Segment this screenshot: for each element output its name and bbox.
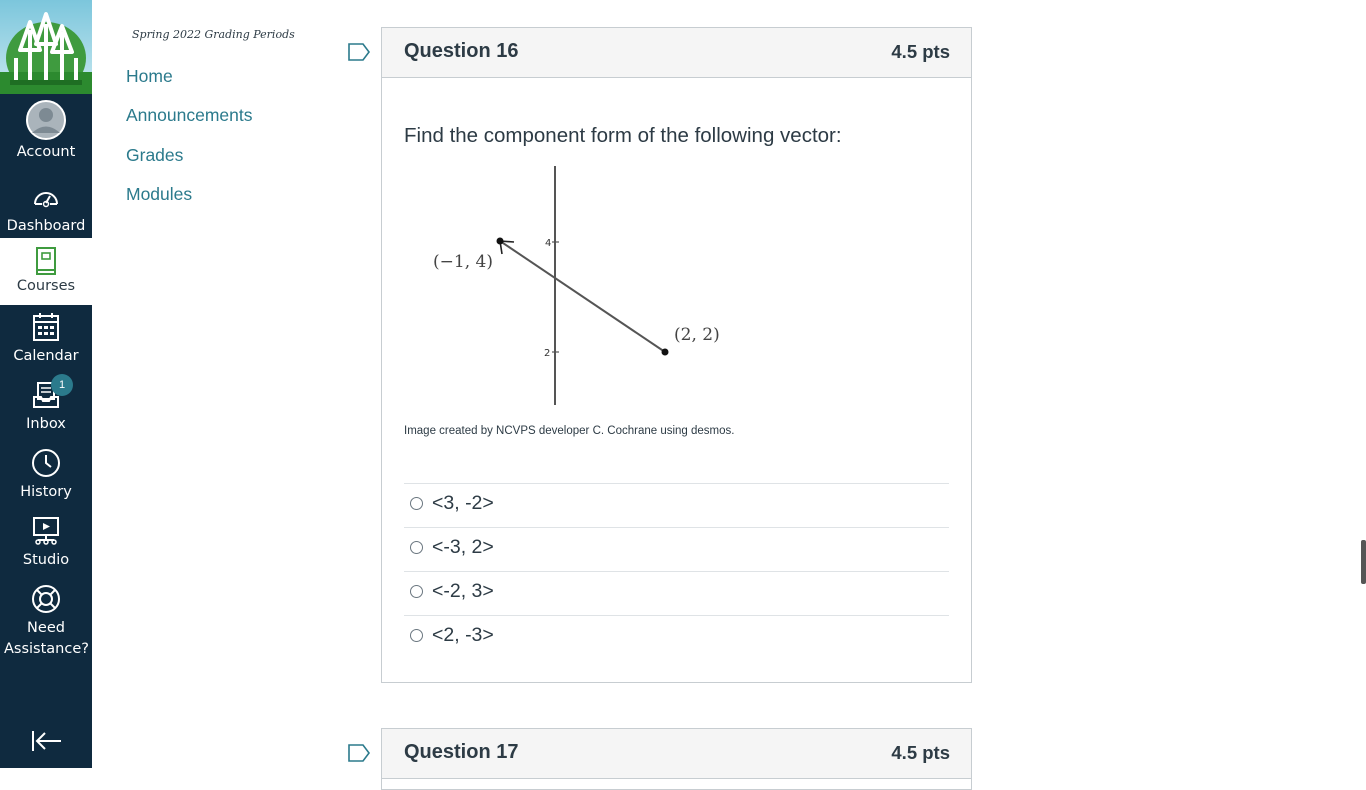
- answer-option-3[interactable]: <-2, 3>: [404, 571, 949, 615]
- course-nav-announcements[interactable]: Announcements: [126, 105, 252, 126]
- collapse-left-icon: [32, 731, 61, 751]
- answer-option-1-radio[interactable]: [410, 497, 423, 510]
- tree-logo[interactable]: [0, 0, 92, 94]
- speedometer-icon: [34, 192, 58, 208]
- course-nav-grades[interactable]: Grades: [126, 145, 183, 166]
- nav-courses[interactable]: Courses: [0, 238, 92, 305]
- end-point-label: (2, 2): [674, 325, 720, 345]
- flag-question-16-icon[interactable]: [348, 43, 370, 61]
- end-point: [661, 348, 669, 356]
- answer-option-4[interactable]: <2, -3>: [404, 615, 949, 659]
- vector-segment: [499, 240, 666, 353]
- question-17-header: Question 17 4.5 pts: [382, 729, 971, 779]
- y-tick-2-label: 2: [544, 348, 550, 359]
- nav-inbox-label: Inbox: [26, 416, 66, 432]
- nav-dashboard[interactable]: Dashboard: [0, 182, 92, 237]
- nav-courses-label: Courses: [16, 278, 76, 294]
- lifebuoy-icon: [32, 585, 60, 613]
- question-16-title: Question 16: [404, 40, 519, 62]
- nav-history-label: History: [20, 484, 72, 500]
- nav-account-label: Account: [16, 144, 76, 160]
- course-nav-home[interactable]: Home: [126, 66, 173, 87]
- page-scrollbar[interactable]: [1361, 540, 1366, 584]
- calendar-icon: [33, 313, 59, 341]
- book-icon: [36, 247, 56, 275]
- vector-graph-image: 4 2 (−1, 4) (2, 2): [433, 166, 720, 405]
- question-16-prompt: Find the component form of the following…: [404, 124, 842, 147]
- nav-calendar[interactable]: Calendar: [0, 312, 92, 367]
- answer-option-1-label: <3, -2>: [432, 492, 494, 514]
- answer-option-4-label: <2, -3>: [432, 624, 494, 646]
- nav-studio[interactable]: Studio: [0, 516, 92, 571]
- answer-option-1[interactable]: <3, -2>: [404, 483, 949, 527]
- global-navigation: Account Dashboard Courses Calendar Inbox…: [0, 0, 92, 768]
- nav-studio-label: Studio: [22, 552, 70, 568]
- question-16-points: 4.5 pts: [891, 41, 950, 62]
- course-nav-modules[interactable]: Modules: [126, 184, 192, 205]
- nav-dashboard-label: Dashboard: [6, 218, 86, 234]
- y-tick-4-label: 4: [545, 238, 551, 249]
- flag-question-17-icon[interactable]: [348, 744, 370, 762]
- image-credit: Image created by NCVPS developer C. Coch…: [404, 425, 735, 437]
- answer-option-2-label: <-3, 2>: [432, 536, 494, 558]
- nav-need-assistance[interactable]: Need Assistance?: [0, 584, 92, 660]
- answer-option-4-radio[interactable]: [410, 629, 423, 642]
- start-point: [496, 237, 504, 245]
- inbox-unread-badge: 1: [51, 374, 73, 396]
- user-avatar-icon: [26, 100, 66, 140]
- answer-option-3-radio[interactable]: [410, 585, 423, 598]
- nav-calendar-label: Calendar: [13, 348, 79, 364]
- grading-period-label: Spring 2022 Grading Periods: [132, 28, 295, 41]
- studio-icon: [33, 517, 59, 545]
- collapse-nav-button[interactable]: [30, 728, 64, 754]
- nav-history[interactable]: History: [0, 448, 92, 503]
- start-point-label: (−1, 4): [433, 252, 493, 272]
- clock-icon: [32, 449, 60, 477]
- answer-option-2[interactable]: <-3, 2>: [404, 527, 949, 571]
- nav-inbox[interactable]: Inbox: [0, 380, 92, 435]
- nav-account[interactable]: Account: [0, 100, 92, 163]
- question-17-title: Question 17: [404, 741, 519, 763]
- answer-option-3-label: <-2, 3>: [432, 580, 494, 602]
- question-16-header: Question 16 4.5 pts: [382, 28, 971, 78]
- nav-need-assistance-label: Need Assistance?: [4, 620, 89, 657]
- question-17-card: Question 17 4.5 pts: [381, 728, 972, 790]
- question-17-points: 4.5 pts: [891, 742, 950, 763]
- answer-option-2-radio[interactable]: [410, 541, 423, 554]
